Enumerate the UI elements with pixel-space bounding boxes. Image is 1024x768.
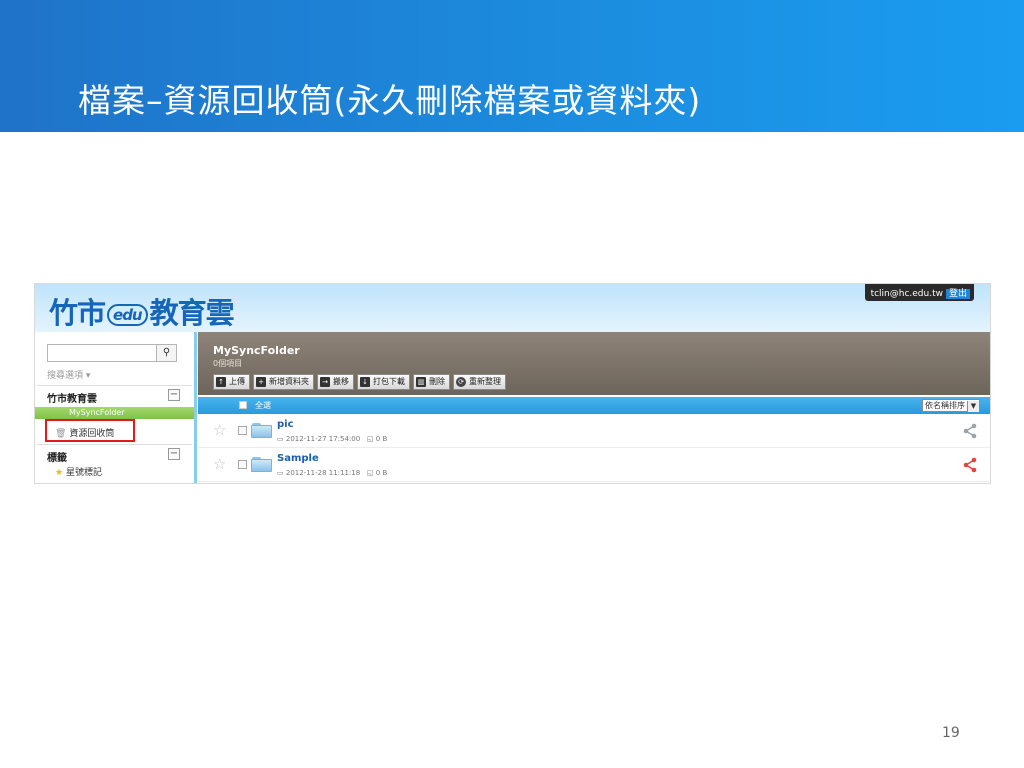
file-row[interactable]: ☆ Sample ▭ 2012-11-28 11:11:18 ◱ 0 B	[198, 449, 990, 482]
delete-button[interactable]: ▥ 刪除	[413, 374, 450, 390]
divider	[37, 444, 192, 445]
folder-item-count: 0個項目	[213, 359, 243, 368]
size-icon: ◱	[366, 435, 374, 443]
refresh-button[interactable]: ⟳ 重新整理	[453, 374, 506, 390]
file-row[interactable]: ☆ pic ▭ 2012-11-27 17:54:00 ◱ 0 B	[198, 415, 990, 448]
file-meta: ▭ 2012-11-28 11:11:18 ◱ 0 B	[277, 469, 387, 477]
logo-text-left: 竹市	[49, 296, 106, 330]
search-icon: ⚲	[162, 347, 171, 358]
star-icon[interactable]: ☆	[213, 421, 226, 439]
sidebar-item-starred[interactable]: ★ 星號標記	[55, 465, 102, 478]
selection-bar: 全選 依名稱排序 ▼	[198, 397, 990, 414]
new-folder-icon: +	[256, 377, 266, 387]
logout-button[interactable]: 登出	[945, 289, 970, 299]
delete-label: 刪除	[429, 377, 445, 386]
new-folder-label: 新增資料夾	[269, 377, 309, 386]
move-button[interactable]: → 搬移	[317, 374, 354, 390]
folder-icon	[251, 457, 272, 472]
row-checkbox[interactable]	[238, 460, 247, 469]
file-size: 0 B	[375, 435, 388, 443]
star-icon: ★	[55, 468, 64, 478]
select-all-label[interactable]: 全選	[255, 400, 271, 411]
toolbar: ↑ 上傳 + 新增資料夾 → 搬移 ↓ 打包下載 ▥ 刪除 ⟳ 重新整理	[213, 374, 506, 390]
calendar-icon: ▭	[277, 469, 284, 477]
sidebar: ⚲ 搜尋選項 ▾ 竹市教育雲 − MySyncFolder 🗑 資源回收筒 標籤…	[35, 332, 197, 483]
section-tags-heading: 標籤	[47, 453, 67, 464]
sidebar-item-label: 星號標記	[65, 468, 102, 478]
highlight-box	[45, 419, 135, 442]
logo-text-right: 教育雲	[149, 296, 235, 330]
app-screenshot: 竹市 edu 教育雲 tclin@hc.edu.tw 登出 ⚲ 搜尋選項 ▾ 竹市教育…	[34, 283, 991, 484]
app-topbar: 竹市 edu 教育雲 tclin@hc.edu.tw 登出	[35, 284, 990, 332]
chevron-down-icon: ▼	[967, 401, 979, 412]
folder-title: MySyncFolder	[213, 344, 300, 357]
page-number: 19	[942, 725, 960, 741]
refresh-label: 重新整理	[469, 377, 501, 386]
new-folder-button[interactable]: + 新增資料夾	[253, 374, 314, 390]
search-input[interactable]	[47, 344, 157, 362]
file-meta: ▭ 2012-11-27 17:54:00 ◱ 0 B	[277, 435, 387, 443]
move-label: 搬移	[333, 377, 349, 386]
trash-icon: ▥	[416, 377, 426, 387]
upload-icon: ↑	[216, 377, 226, 387]
select-all-checkbox[interactable]	[239, 401, 247, 409]
size-icon: ◱	[366, 469, 374, 477]
zip-icon: ↓	[360, 377, 370, 387]
folder-header: MySyncFolder 0個項目 ↑ 上傳 + 新增資料夾 → 搬移 ↓ 打包下載 ▥…	[198, 332, 990, 395]
move-icon: →	[320, 377, 330, 387]
share-icon[interactable]	[962, 457, 978, 473]
file-date: 2012-11-28 11:11:18	[285, 469, 361, 477]
upload-label: 上傳	[229, 377, 245, 386]
refresh-icon: ⟳	[456, 377, 466, 387]
folder-icon	[251, 423, 272, 438]
row-checkbox[interactable]	[238, 426, 247, 435]
edu-logo-mark: edu	[107, 304, 148, 326]
zip-download-label: 打包下載	[373, 377, 405, 386]
file-size: 0 B	[375, 469, 388, 477]
slide-title: 檔案–資源回收筒(永久刪除檔案或資料夾)	[78, 81, 702, 120]
user-email: tclin@hc.edu.tw	[870, 289, 943, 299]
sidebar-item-label: MySyncFolder	[69, 408, 125, 417]
star-icon[interactable]: ☆	[213, 455, 226, 473]
file-name[interactable]: pic	[277, 419, 294, 430]
section-cloud-heading: 竹市教育雲	[47, 394, 97, 405]
divider	[37, 385, 192, 386]
file-panel: MySyncFolder 0個項目 ↑ 上傳 + 新增資料夾 → 搬移 ↓ 打包下載 ▥…	[198, 332, 990, 483]
sort-select-value: 依名稱排序	[925, 401, 965, 410]
app-logo[interactable]: 竹市 edu 教育雲	[49, 290, 235, 332]
search-options-link[interactable]: 搜尋選項 ▾	[47, 368, 90, 381]
collapse-cloud-button[interactable]: −	[168, 389, 180, 401]
upload-button[interactable]: ↑ 上傳	[213, 374, 250, 390]
zip-download-button[interactable]: ↓ 打包下載	[357, 374, 410, 390]
search-button[interactable]: ⚲	[157, 344, 177, 362]
sort-select[interactable]: 依名稱排序 ▼	[922, 399, 980, 412]
user-box: tclin@hc.edu.tw 登出	[864, 284, 974, 301]
calendar-icon: ▭	[277, 435, 284, 443]
file-name[interactable]: Sample	[277, 453, 319, 464]
file-date: 2012-11-27 17:54:00	[285, 435, 361, 443]
share-icon[interactable]	[962, 423, 978, 439]
sidebar-item-mysyncfolder[interactable]: MySyncFolder	[35, 407, 194, 419]
collapse-tags-button[interactable]: −	[168, 448, 180, 460]
